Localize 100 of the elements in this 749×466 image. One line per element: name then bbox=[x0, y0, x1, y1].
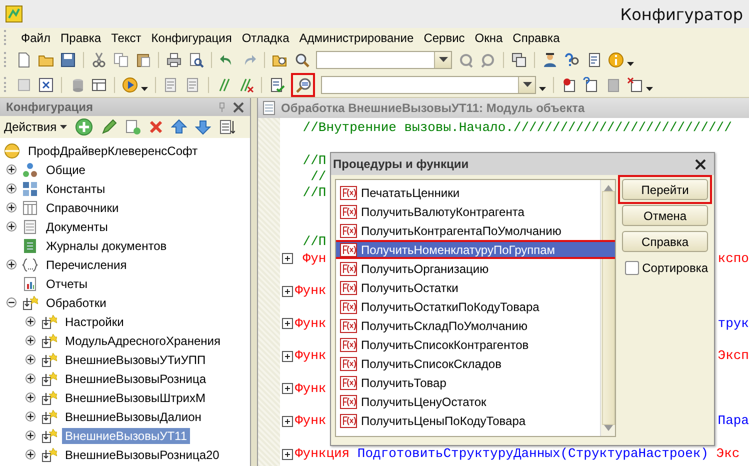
fold-toggle-icon[interactable] bbox=[282, 383, 293, 394]
tree-item[interactable]: Обработки bbox=[43, 294, 110, 310]
tree-item[interactable]: ВнешниеВызовыРозница bbox=[62, 370, 209, 386]
tree-item[interactable]: МодульАдресногоХранения bbox=[62, 332, 224, 348]
play-icon[interactable] bbox=[122, 76, 138, 92]
breakpoint-icon[interactable] bbox=[561, 76, 577, 92]
list-item[interactable]: ПолучитьСписокСкладов bbox=[336, 354, 602, 373]
tree-item[interactable]: ПрофДрайверКлеверенсСофт bbox=[25, 142, 201, 158]
actions-menu[interactable]: Действия bbox=[4, 120, 67, 134]
tree-item[interactable]: Отчеты bbox=[43, 276, 90, 292]
expand-icon[interactable] bbox=[25, 373, 36, 384]
fold-toggle-icon[interactable] bbox=[282, 448, 293, 460]
menu-item[interactable]: Администрирование bbox=[294, 30, 419, 44]
tree-item[interactable]: ВнешниеВызовыУТиУПП bbox=[62, 352, 209, 368]
expand-icon[interactable] bbox=[6, 221, 17, 232]
expand-icon[interactable] bbox=[25, 316, 36, 327]
list-item[interactable]: ПолучитьСкладПоУмолчанию bbox=[336, 316, 602, 335]
help-search-icon[interactable] bbox=[564, 52, 580, 68]
info-icon[interactable] bbox=[608, 52, 624, 68]
menu-item[interactable]: Правка bbox=[56, 30, 106, 44]
menu-item[interactable]: Сервис bbox=[418, 30, 470, 44]
expand-icon[interactable] bbox=[25, 411, 36, 422]
copy-add-icon[interactable] bbox=[124, 119, 141, 135]
fold-toggle-icon[interactable] bbox=[282, 350, 293, 362]
dropdown-arrow-icon[interactable] bbox=[522, 82, 532, 88]
list-item[interactable]: ПолучитьОрганизацию bbox=[336, 259, 602, 278]
uncomment-icon[interactable] bbox=[238, 76, 254, 92]
menu-item[interactable]: Конфигурация bbox=[146, 30, 237, 44]
combo-field[interactable] bbox=[321, 76, 536, 94]
tree-item[interactable]: Перечисления bbox=[43, 256, 130, 272]
new-document-icon[interactable] bbox=[16, 52, 32, 68]
tree-item[interactable]: Константы bbox=[43, 180, 108, 196]
list-item[interactable]: ПолучитьКонтрагентаПоУмолчанию bbox=[336, 221, 602, 240]
expand-icon[interactable] bbox=[25, 354, 36, 365]
close-icon[interactable] bbox=[695, 158, 706, 170]
add-icon[interactable] bbox=[74, 118, 93, 136]
cut-icon[interactable] bbox=[91, 52, 107, 68]
list-item[interactable]: ПолучитьОстаткиПоКодуТовара bbox=[336, 297, 602, 316]
table-icon[interactable] bbox=[91, 76, 107, 92]
list-item[interactable]: ПолучитьСписокКонтрагентов bbox=[336, 335, 602, 354]
expand-icon[interactable] bbox=[6, 202, 17, 213]
expand-icon[interactable] bbox=[25, 449, 36, 460]
combo-field[interactable] bbox=[316, 50, 452, 68]
expand-icon[interactable] bbox=[6, 259, 17, 270]
expand-icon[interactable] bbox=[25, 430, 36, 441]
dropdown-arrow-icon[interactable] bbox=[438, 56, 448, 62]
menu-item[interactable]: Текст bbox=[106, 30, 146, 44]
list-item[interactable]: ПолучитьНоменклатуруПоГруппам bbox=[336, 240, 616, 259]
arrow-up-icon[interactable] bbox=[170, 119, 187, 135]
printer-icon[interactable] bbox=[166, 52, 182, 68]
list-item[interactable]: ПечататьЦенники bbox=[336, 183, 602, 202]
tree-item[interactable]: ВнешниеВызовыДалион bbox=[62, 408, 204, 424]
person-icon[interactable] bbox=[542, 52, 558, 68]
arrow-down-icon[interactable] bbox=[194, 119, 211, 135]
close-icon[interactable] bbox=[233, 102, 244, 112]
sort-list-icon[interactable] bbox=[218, 119, 235, 135]
fold-toggle-icon[interactable] bbox=[282, 253, 293, 264]
menu-item[interactable]: Отладка bbox=[236, 30, 294, 44]
tree-item[interactable]: Справочники bbox=[43, 200, 122, 216]
fold-toggle-icon[interactable] bbox=[282, 286, 293, 297]
scrollbar[interactable] bbox=[600, 180, 616, 436]
pencil-icon[interactable] bbox=[100, 119, 117, 135]
expand-icon[interactable] bbox=[6, 164, 17, 175]
document-search-icon[interactable] bbox=[586, 52, 602, 68]
collapse-icon[interactable] bbox=[6, 297, 17, 308]
list-item[interactable]: ПолучитьВалютуКонтрагента bbox=[336, 202, 602, 221]
list-item[interactable]: ПолучитьЦенуОстаток bbox=[336, 392, 602, 411]
search-icon[interactable] bbox=[294, 52, 310, 68]
menu-item[interactable]: Окна bbox=[470, 30, 508, 44]
question-document-icon[interactable] bbox=[583, 76, 599, 92]
menu-item[interactable]: Файл bbox=[16, 30, 56, 44]
fold-toggle-icon[interactable] bbox=[282, 318, 293, 330]
tree-item[interactable]: Общие bbox=[43, 162, 88, 178]
dialog-button[interactable]: Отмена bbox=[622, 205, 708, 226]
scroll-thumb[interactable] bbox=[602, 191, 615, 425]
tree-item[interactable]: ВнешниеВызовыШтрихМ bbox=[62, 390, 208, 406]
tree-item[interactable]: Журналы документов bbox=[43, 238, 170, 254]
tree-item[interactable]: ВнешниеВызовыРозница20 bbox=[62, 446, 222, 462]
windows-icon[interactable] bbox=[511, 52, 527, 68]
copy-icon[interactable] bbox=[113, 52, 129, 68]
checkbox[interactable] bbox=[625, 261, 640, 275]
form-icon[interactable] bbox=[38, 76, 54, 92]
fold-toggle-icon[interactable] bbox=[282, 416, 293, 427]
dialog-button[interactable]: Справка bbox=[622, 231, 708, 252]
dialog-button[interactable]: Перейти bbox=[622, 179, 708, 200]
save-icon[interactable] bbox=[60, 52, 76, 68]
tree-item[interactable]: Документы bbox=[43, 218, 111, 234]
list-item[interactable]: ПолучитьОстатки bbox=[336, 278, 602, 297]
checkbox-label[interactable]: Сортировка bbox=[642, 261, 708, 275]
checklist-icon[interactable] bbox=[269, 76, 285, 92]
tree-item[interactable]: Настройки bbox=[62, 314, 127, 330]
paste-icon[interactable] bbox=[135, 52, 151, 68]
list-item[interactable]: ПолучитьЦеныПоКодуТовара bbox=[336, 411, 602, 430]
expand-icon[interactable] bbox=[25, 335, 36, 346]
menu-item[interactable]: Справка bbox=[508, 30, 565, 44]
procedures-search-icon[interactable] bbox=[295, 76, 311, 92]
expand-icon[interactable] bbox=[6, 183, 17, 194]
delete-icon[interactable] bbox=[148, 120, 163, 134]
print-preview-icon[interactable] bbox=[188, 52, 204, 68]
list-item[interactable]: ПолучитьТовар bbox=[336, 373, 602, 392]
